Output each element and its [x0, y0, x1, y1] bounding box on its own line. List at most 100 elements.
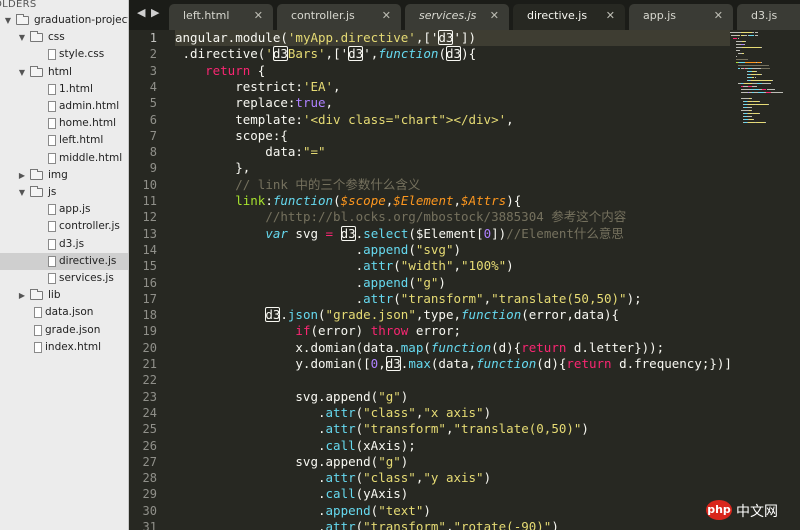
minimap-stroke [741, 110, 749, 111]
code-editor[interactable]: angular.module('myApp.directive',['d3'])… [175, 30, 730, 530]
code-text: : [265, 193, 273, 208]
code-line[interactable]: link:function($scope,$Element,$Attrs){ [175, 193, 521, 209]
tab-services-js[interactable]: services.js ✕ [405, 4, 509, 30]
close-icon[interactable]: ✕ [606, 4, 615, 28]
sidebar-file[interactable]: grade.json [0, 322, 128, 339]
sidebar-folder[interactable]: ▼ graduation-project [0, 12, 128, 29]
code-line[interactable]: .attr("transform","translate(0,50)") [175, 421, 589, 437]
code-line[interactable]: .directive('d3Bars',['d3',function(d3){ [175, 46, 476, 62]
code-line[interactable]: }, [175, 160, 250, 176]
code-line[interactable]: //http://bl.ocks.org/mbostock/3885304 参考… [175, 209, 626, 225]
code-highlight-match: d3 [272, 46, 288, 62]
sidebar-file[interactable]: data.json [0, 304, 128, 321]
code-line[interactable]: replace:true, [175, 95, 333, 111]
code-line[interactable]: .attr("transform","translate(50,50)"); [175, 291, 642, 307]
tab-d3-js[interactable]: d3.js [737, 4, 800, 30]
close-icon[interactable]: ✕ [254, 4, 263, 28]
code-line[interactable]: .attr("transform","rotate(-90)") [175, 519, 559, 530]
code-text: ){ [461, 46, 477, 62]
code-line[interactable]: .attr("class","y axis") [175, 470, 491, 486]
tab-controller-js[interactable]: controller.js ✕ [277, 4, 401, 30]
sidebar-file[interactable]: directive.js [0, 252, 128, 270]
code-line[interactable]: return { [175, 63, 265, 79]
code-line[interactable]: d3.json("grade.json",type,function(error… [175, 307, 619, 323]
sidebar-folder[interactable]: ▶ img [0, 167, 128, 184]
tab-directive-js[interactable]: directive.js ✕ [513, 4, 625, 30]
code-line[interactable]: .attr("width","100%") [175, 258, 514, 274]
line-number: 3 [149, 63, 157, 78]
minimap-stroke [747, 104, 756, 105]
sidebar-file[interactable]: controller.js [0, 218, 128, 235]
code-line[interactable]: template:'<div class="chart"></div>', [175, 112, 513, 128]
file-sidebar: OLDERS ▼ graduation-project ▼ css style.css ▼… [0, 0, 129, 530]
nav-forward-icon[interactable]: ▶ [151, 6, 159, 19]
close-icon[interactable]: ✕ [382, 4, 391, 28]
tab-app-js[interactable]: app.js ✕ [629, 4, 733, 30]
nav-back-icon[interactable]: ◀ [137, 6, 145, 19]
code-string: "y axis" [423, 470, 484, 486]
close-icon[interactable]: ✕ [490, 4, 499, 28]
chevron-right-icon[interactable]: ▶ [17, 287, 27, 304]
sidebar-file[interactable]: admin.html [0, 98, 128, 115]
code-method: append [325, 502, 371, 518]
sidebar-file[interactable]: services.js [0, 270, 128, 287]
code-line[interactable]: data:"=" [175, 144, 326, 160]
minimap-stroke [744, 44, 745, 45]
sidebar-file[interactable]: left.html [0, 132, 128, 149]
code-line[interactable]: .call(xAxis); [175, 438, 416, 454]
code-line[interactable]: scope:{ [175, 128, 288, 144]
sidebar-file[interactable]: index.html [0, 339, 128, 356]
code-line[interactable]: .append("svg") [175, 242, 461, 258]
code-line[interactable]: svg.append("g") [175, 454, 408, 470]
close-icon[interactable]: ✕ [714, 4, 723, 28]
chevron-down-icon[interactable]: ▼ [17, 29, 27, 46]
code-line[interactable]: angular.module('myApp.directive',['d3']) [175, 30, 730, 47]
line-number: 25 [142, 422, 157, 437]
sidebar-folder[interactable]: ▼ js [0, 184, 128, 201]
code-string: "=" [302, 144, 326, 160]
chevron-down-icon[interactable]: ▼ [3, 12, 13, 29]
minimap-stroke [760, 68, 770, 69]
sidebar-folder[interactable]: ▼ css [0, 29, 128, 46]
code-line[interactable]: y.domian([0,d3.max(data,function(d){retu… [175, 356, 730, 372]
sidebar-folder[interactable]: ▼ html [0, 64, 128, 81]
minimap[interactable] [730, 30, 800, 530]
line-number: 7 [149, 128, 157, 143]
file-icon [48, 255, 56, 267]
sidebar-folder[interactable]: ▶ lib [0, 287, 128, 304]
code-string: "translate(0,50)" [453, 421, 582, 437]
code-line[interactable]: .call(yAxis) [175, 486, 408, 502]
sidebar-item-label: graduation-project [34, 14, 129, 26]
sidebar-file[interactable]: style.css [0, 46, 128, 63]
sidebar-file[interactable]: app.js [0, 201, 128, 218]
code-text: ){ [506, 193, 522, 208]
code-line[interactable]: .append("g") [175, 275, 446, 291]
code-line[interactable]: svg.append("g") [175, 389, 408, 405]
tab-left-html[interactable]: left.html ✕ [169, 4, 273, 30]
code-function-keyword: function [378, 46, 439, 62]
sidebar-file[interactable]: 1.html [0, 81, 128, 98]
code-line[interactable]: .attr("class","x axis") [175, 405, 491, 421]
chevron-right-icon[interactable]: ▶ [17, 167, 27, 184]
sidebar-file[interactable]: d3.js [0, 236, 128, 253]
code-text: . [175, 470, 326, 486]
code-line[interactable]: if(error) throw error; [175, 323, 461, 339]
sidebar-item-label: lib [48, 289, 61, 302]
code-line[interactable]: // link 中的三个参数什么含义 [175, 177, 420, 193]
chevron-down-icon[interactable]: ▼ [17, 64, 27, 81]
code-text: (d){ [536, 356, 567, 371]
code-line[interactable]: .append("text") [175, 503, 431, 519]
chevron-down-icon[interactable]: ▼ [17, 184, 27, 201]
code-text: . [175, 421, 326, 437]
sidebar-file[interactable]: home.html [0, 115, 128, 132]
code-text: { [250, 62, 266, 78]
code-line[interactable]: var svg = d3.select($Element[0])//Elemen… [175, 225, 624, 242]
code-line[interactable]: x.domian(data.map(function(d){return d.l… [175, 340, 664, 356]
code-text: ( [438, 46, 446, 62]
minimap-stroke [752, 86, 757, 87]
file-icon [48, 49, 56, 61]
sidebar-file[interactable]: middle.html [0, 150, 128, 167]
minimap-stroke [760, 74, 762, 75]
code-line[interactable]: restrict:'EA', [175, 79, 340, 95]
